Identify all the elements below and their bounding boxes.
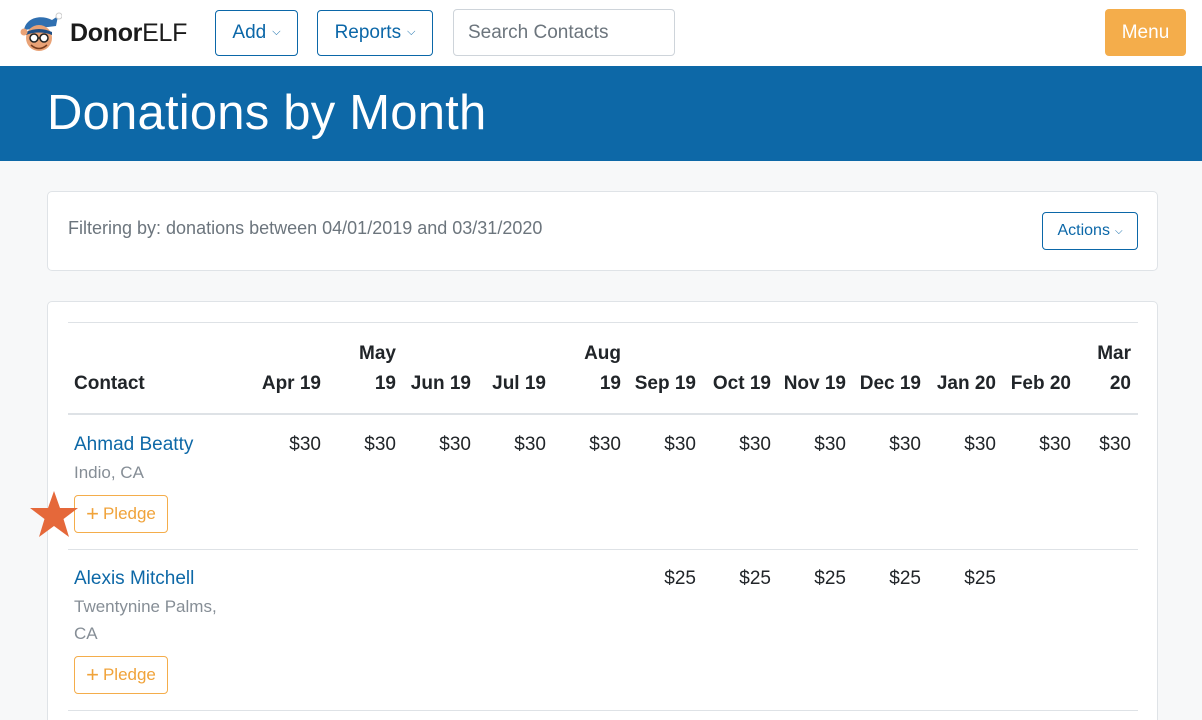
donation-amount-cell: $30 [814,434,846,455]
search-contacts-input[interactable] [453,9,675,56]
contact-name-link[interactable]: Alexis Mitchell [74,568,194,590]
mascot-logo-icon [20,12,62,51]
header-bottom-rule [68,413,1138,415]
plus-icon: + [86,501,99,526]
add-pledge-button[interactable]: + Pledge [74,656,168,694]
donation-amount-cell: $25 [664,568,696,589]
chevron-down-icon: ⌵ [272,25,281,38]
contact-location: Indio, CA [74,463,144,482]
reports-dropdown-button[interactable]: Reports ⌵ [317,10,433,56]
donations-table-card: Contact Apr 19 May 19 Jun 19 Jul 19 Aug 19 Sep … [47,301,1158,720]
page-title: Donations by Month [47,86,487,140]
actions-label: Actions [1057,222,1110,239]
table-top-rule [68,322,1138,323]
menu-button[interactable]: Menu [1105,9,1186,56]
pledge-label: Pledge [102,665,156,684]
top-navbar: DonorELF Add ⌵ Reports ⌵ Menu [0,0,1202,66]
donation-amount-cell: $30 [364,434,396,455]
contact-name-link[interactable]: Ahmad Beatty [74,434,193,456]
brand-name-light: ELF [142,18,188,47]
row-divider [68,710,1138,711]
donation-amount-cell: $25 [814,568,846,589]
donation-amount-cell: $30 [289,434,321,455]
contact-location: Twentynine Palms, CA [74,597,217,643]
donation-amount-cell: $25 [964,568,996,589]
month-header-line: Mar [1097,343,1131,364]
donation-amount-cell: $30 [964,434,996,455]
donation-amount-cell: $30 [514,434,546,455]
column-header-month: Mar 20 [1041,339,1131,399]
page-header: Donations by Month [0,66,1202,161]
donation-amount-cell: $25 [889,568,921,589]
filter-description: Filtering by: donations between 04/01/20… [68,218,543,238]
donation-amount-cell: $30 [589,434,621,455]
column-header-contact: Contact [74,373,145,394]
donation-amount-cell: $30 [664,434,696,455]
donation-amount-cell: $30 [439,434,471,455]
chevron-down-icon: ⌵ [1114,225,1123,237]
brand-logo[interactable]: DonorELF [18,12,198,54]
donation-amount-cell: $30 [1099,434,1131,455]
brand-name: DonorELF [70,19,187,48]
month-header-line: 20 [1109,373,1131,394]
add-pledge-button[interactable]: + Pledge [74,495,168,533]
filter-card: Filtering by: donations between 04/01/20… [47,191,1158,271]
plus-icon: + [86,662,99,687]
star-icon [30,491,78,537]
row-divider [68,549,1138,550]
add-label: Add [232,22,267,43]
chevron-down-icon: ⌵ [407,25,416,38]
brand-name-bold: Donor [70,18,143,47]
add-dropdown-button[interactable]: Add ⌵ [215,10,298,56]
donation-amount-cell: $25 [739,568,771,589]
pledge-label: Pledge [102,504,156,523]
donation-amount-cell: $30 [889,434,921,455]
donation-amount-cell: $30 [739,434,771,455]
actions-dropdown-button[interactable]: Actions ⌵ [1042,212,1138,250]
reports-label: Reports [334,22,402,43]
